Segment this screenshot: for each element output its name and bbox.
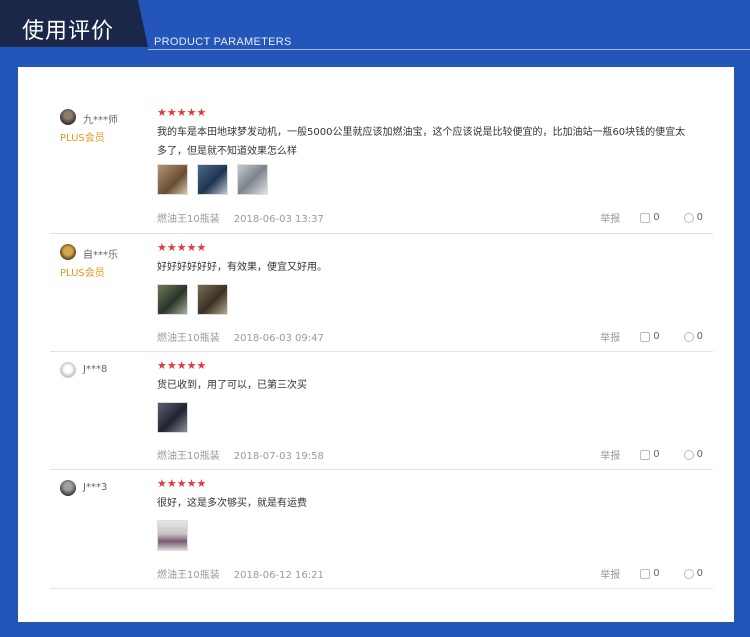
- review-image-thumb[interactable]: [157, 164, 188, 195]
- review-text: 好好好好好好，有效果，便宜又好用。: [157, 262, 327, 273]
- review-text: 很好，这是多次够买，就是有运费: [157, 498, 307, 509]
- report-link[interactable]: 举报: [600, 210, 620, 225]
- review-image-thumb[interactable]: [197, 164, 228, 195]
- rating-stars: ★★★★★: [157, 359, 207, 372]
- review-item: 九***师 PLUS会员 ★★★★★ 我的车是本田地球梦发动机，一般5000公里…: [50, 67, 713, 234]
- rating-stars: ★★★★★: [157, 241, 207, 254]
- avatar[interactable]: [60, 480, 76, 496]
- rating-stars: ★★★★★: [157, 477, 207, 490]
- comment-icon[interactable]: [683, 568, 694, 579]
- report-link[interactable]: 举报: [600, 329, 620, 344]
- product-variant: 燃油王10瓶装: [157, 333, 220, 344]
- review-username[interactable]: 九***师: [83, 111, 118, 126]
- review-images: [157, 164, 268, 195]
- review-date: 2018-07-03 19:58: [233, 451, 324, 462]
- thumbs-up-icon[interactable]: [640, 568, 651, 579]
- review-text: 货已收到，用了可以，已第三次买: [157, 380, 307, 391]
- avatar[interactable]: [60, 362, 76, 378]
- comment-icon[interactable]: [683, 212, 694, 223]
- review-image-thumb[interactable]: [157, 402, 188, 433]
- avatar[interactable]: [60, 109, 76, 125]
- review-actions: 举报 0 0: [600, 329, 703, 344]
- review-actions: 举报 0 0: [600, 447, 703, 462]
- like-count: 0: [653, 568, 660, 579]
- comment-count: 0: [696, 449, 703, 460]
- thumbs-up-icon[interactable]: [640, 212, 651, 223]
- header-divider: [148, 49, 750, 50]
- review-meta: 燃油王10瓶装 2018-06-03 13:37: [157, 210, 324, 225]
- thumbs-up-icon[interactable]: [640, 449, 651, 460]
- review-image-thumb[interactable]: [157, 284, 188, 315]
- like-count: 0: [653, 212, 660, 223]
- comment-count: 0: [696, 331, 703, 342]
- review-date: 2018-06-12 16:21: [233, 570, 324, 581]
- rating-stars: ★★★★★: [157, 106, 207, 119]
- review-actions: 举报 0 0: [600, 210, 703, 225]
- review-username[interactable]: J***3: [83, 482, 107, 493]
- review-date: 2018-06-03 09:47: [233, 333, 324, 344]
- reviews-panel: 九***师 PLUS会员 ★★★★★ 我的车是本田地球梦发动机，一般5000公里…: [18, 67, 734, 622]
- like-count: 0: [653, 331, 660, 342]
- review-item: J***3 ★★★★★ 很好，这是多次够买，就是有运费 燃油王10瓶装 2018-…: [50, 470, 713, 589]
- review-item: J***8 ★★★★★ 货已收到，用了可以，已第三次买 燃油王10瓶装 2018-…: [50, 352, 713, 470]
- comment-count: 0: [696, 212, 703, 223]
- review-images: [157, 520, 188, 551]
- review-meta: 燃油王10瓶装 2018-06-12 16:21: [157, 566, 324, 581]
- review-image-thumb[interactable]: [157, 520, 188, 551]
- comment-icon[interactable]: [683, 331, 694, 342]
- review-meta: 燃油王10瓶装 2018-06-03 09:47: [157, 329, 324, 344]
- review-actions: 举报 0 0: [600, 566, 703, 581]
- review-username[interactable]: 自***乐: [83, 246, 118, 261]
- review-username[interactable]: J***8: [83, 364, 107, 375]
- report-link[interactable]: 举报: [600, 566, 620, 581]
- plus-member-badge: PLUS会员: [60, 268, 105, 279]
- review-meta: 燃油王10瓶装 2018-07-03 19:58: [157, 447, 324, 462]
- review-images: [157, 402, 188, 433]
- comment-icon[interactable]: [683, 449, 694, 460]
- review-item: 自***乐 PLUS会员 ★★★★★ 好好好好好好，有效果，便宜又好用。 燃油王…: [50, 234, 713, 352]
- comment-count: 0: [696, 568, 703, 579]
- thumbs-up-icon[interactable]: [640, 331, 651, 342]
- review-image-thumb[interactable]: [237, 164, 268, 195]
- review-text: 我的车是本田地球梦发动机，一般5000公里就应该加燃油宝，这个应该说是比较便宜的…: [157, 127, 686, 157]
- review-date: 2018-06-03 13:37: [233, 214, 324, 225]
- review-images: [157, 284, 228, 315]
- product-variant: 燃油王10瓶装: [157, 451, 220, 462]
- section-header: 使用评价 PRODUCT PARAMETERS: [0, 0, 750, 50]
- avatar[interactable]: [60, 244, 76, 260]
- review-image-thumb[interactable]: [197, 284, 228, 315]
- plus-member-badge: PLUS会员: [60, 133, 105, 144]
- product-variant: 燃油王10瓶装: [157, 214, 220, 225]
- product-variant: 燃油王10瓶装: [157, 570, 220, 581]
- section-title: 使用评价: [22, 19, 115, 44]
- report-link[interactable]: 举报: [600, 447, 620, 462]
- section-subtitle: PRODUCT PARAMETERS: [154, 36, 292, 48]
- like-count: 0: [653, 449, 660, 460]
